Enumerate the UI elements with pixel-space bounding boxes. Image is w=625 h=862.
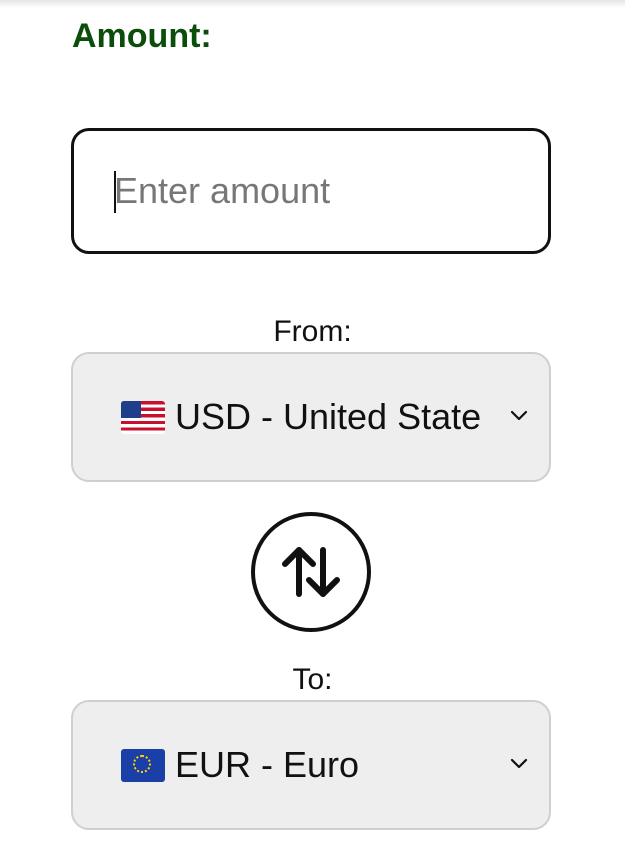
to-selected-currency: EUR - Euro — [175, 744, 360, 785]
to-label: To: — [292, 663, 333, 696]
us-flag-icon — [121, 400, 165, 434]
from-select-value: USD - United States — [121, 354, 481, 480]
amount-label: Amount: — [72, 17, 212, 55]
from-selected-currency: USD - United States — [175, 396, 481, 437]
amount-input-container[interactable] — [71, 128, 551, 254]
amount-input[interactable] — [74, 131, 548, 251]
chevron-down-icon — [510, 758, 528, 769]
from-currency-select[interactable]: USD - United States — [71, 352, 551, 482]
from-label: From: — [273, 315, 352, 348]
to-currency-select[interactable]: EUR - Euro — [71, 700, 551, 830]
chevron-down-icon — [510, 410, 528, 421]
top-shadow — [0, 0, 625, 8]
swap-arrows-icon — [282, 547, 340, 597]
to-select-value: EUR - Euro — [121, 702, 481, 828]
text-cursor — [114, 171, 116, 213]
swap-currencies-button[interactable] — [251, 512, 371, 632]
eu-flag-icon — [121, 748, 165, 782]
